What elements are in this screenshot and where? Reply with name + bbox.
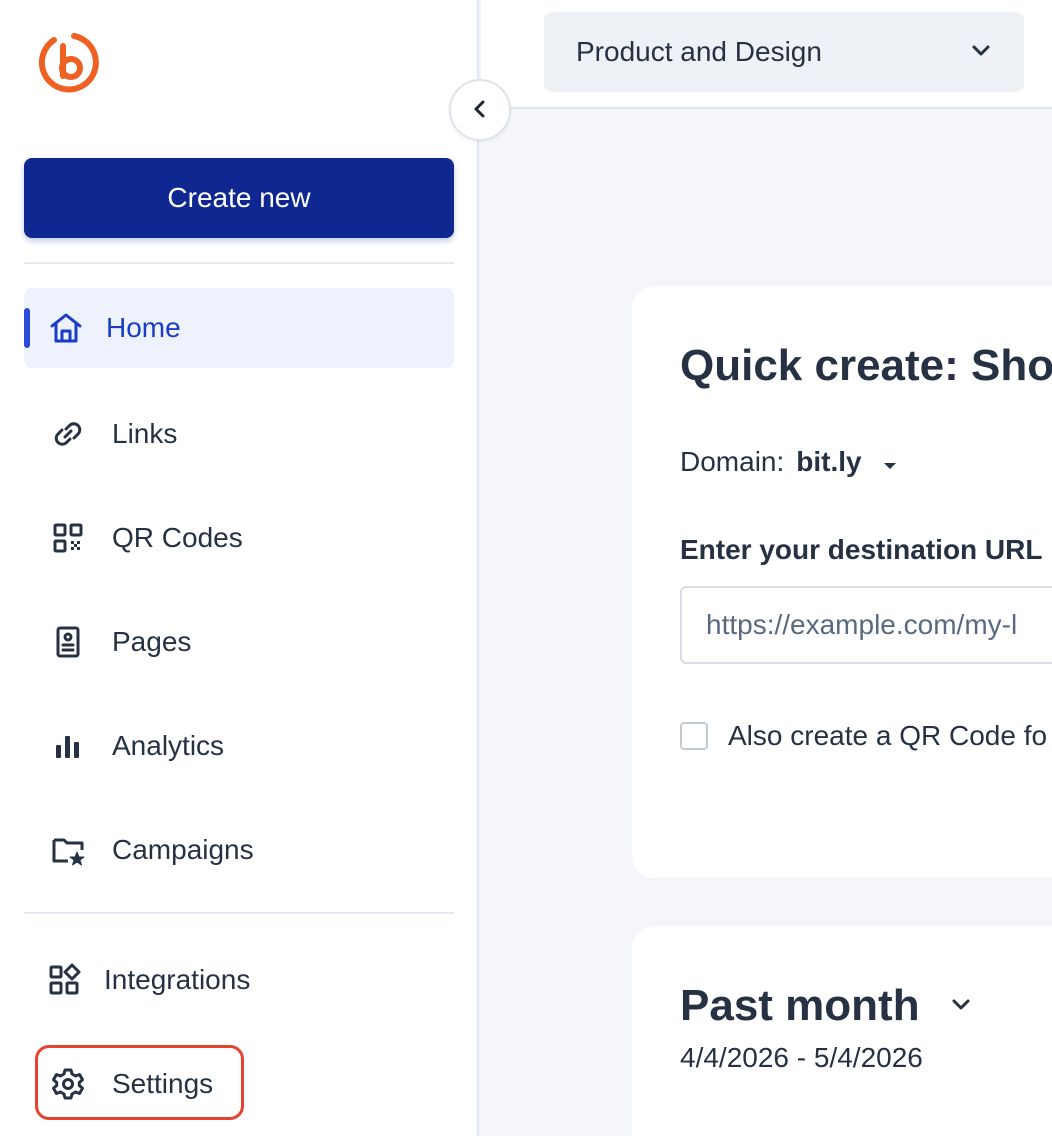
sidebar-item-label: Pages — [112, 626, 192, 657]
pages-icon — [48, 622, 88, 662]
sidebar-item-label: Integrations — [104, 964, 251, 995]
workspace-name: Product and Design — [576, 36, 822, 67]
campaign-folder-icon — [48, 830, 88, 870]
quick-create-card: Quick create: Sho Domain: bit.ly Enter y… — [632, 286, 1052, 878]
period-title: Past month — [680, 981, 920, 1030]
link-icon — [48, 414, 88, 454]
domain-value: bit.ly — [796, 446, 862, 477]
sidebar: Create new Home Links QR Codes Pages Ana… — [0, 0, 479, 1136]
quick-create-title: Quick create: Sho — [680, 341, 1052, 390]
chevron-left-icon — [470, 99, 490, 122]
sidebar-item-pages[interactable]: Pages — [24, 602, 454, 682]
period-selector[interactable]: Past month — [680, 981, 972, 1031]
create-new-button[interactable]: Create new — [24, 158, 454, 238]
sidebar-divider — [24, 912, 454, 914]
workspace-selector[interactable]: Product and Design — [544, 12, 1024, 92]
chevron-down-icon — [970, 39, 992, 66]
sidebar-divider — [24, 262, 454, 264]
domain-selector[interactable]: Domain: bit.ly — [680, 446, 898, 478]
home-icon — [46, 308, 86, 348]
integrations-icon — [44, 960, 84, 1000]
bitly-logo-icon[interactable] — [34, 28, 102, 96]
sidebar-item-analytics[interactable]: Analytics — [24, 706, 454, 786]
sidebar-item-settings[interactable]: Settings — [24, 1044, 454, 1124]
destination-url-input[interactable] — [680, 586, 1052, 664]
sidebar-item-integrations[interactable]: Integrations — [24, 940, 454, 1020]
sidebar-item-label: Settings — [112, 1068, 214, 1099]
sidebar-item-campaigns[interactable]: Campaigns — [24, 810, 454, 890]
sidebar-item-label: Campaigns — [112, 834, 254, 865]
top-bar: Product and Design — [481, 0, 1052, 109]
period-card: Past month 4/4/2026 - 5/4/2026 — [632, 926, 1052, 1136]
sidebar-item-home[interactable]: Home — [24, 288, 454, 368]
bar-chart-icon — [48, 726, 88, 766]
domain-label: Domain: — [680, 446, 785, 477]
qr-code-checkbox-label: Also create a QR Code fo — [728, 720, 1048, 751]
sidebar-item-label: QR Codes — [112, 522, 243, 553]
gear-icon — [48, 1064, 88, 1104]
destination-url-label: Enter your destination URL — [680, 534, 1043, 565]
chevron-down-icon — [950, 993, 972, 1020]
qr-code-icon — [48, 518, 88, 558]
caret-down-icon — [882, 446, 898, 478]
qr-code-checkbox[interactable] — [680, 722, 708, 750]
collapse-sidebar-button[interactable] — [449, 79, 511, 141]
sidebar-item-label: Links — [112, 418, 178, 449]
sidebar-item-label: Analytics — [112, 730, 225, 761]
qr-code-checkbox-row[interactable]: Also create a QR Code fo — [680, 720, 1047, 752]
sidebar-item-qr-codes[interactable]: QR Codes — [24, 498, 454, 578]
sidebar-item-links[interactable]: Links — [24, 394, 454, 474]
sidebar-item-label: Home — [106, 312, 181, 343]
period-date-range: 4/4/2026 - 5/4/2026 — [680, 1042, 923, 1073]
